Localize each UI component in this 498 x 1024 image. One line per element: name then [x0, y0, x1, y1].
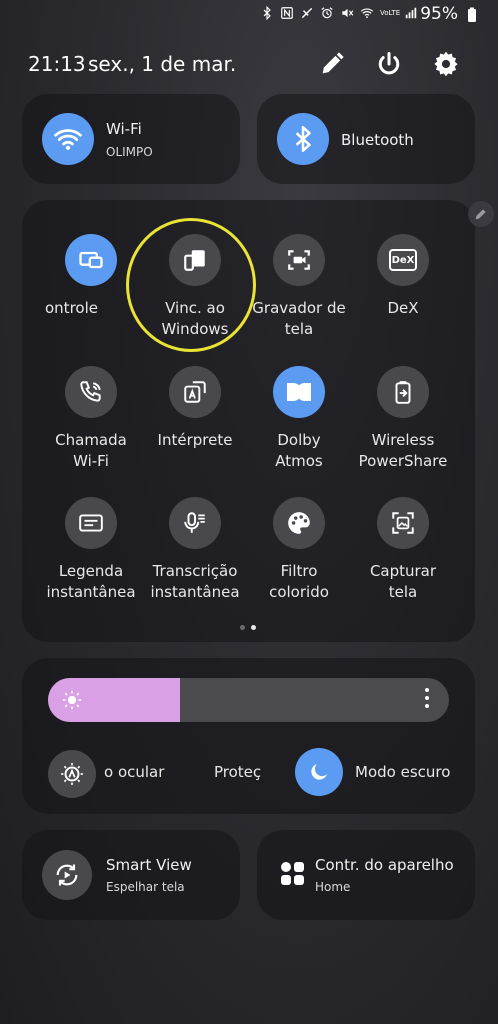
power-button[interactable] — [375, 50, 403, 78]
status-icons: VoLTE — [260, 6, 418, 20]
dex-badge: DeX — [389, 249, 417, 271]
device-control-tile[interactable]: Contr. do aparelho Home — [257, 830, 475, 920]
nfc-icon — [281, 7, 293, 19]
tile-label: DeX — [387, 299, 419, 317]
smart-view-tile[interactable]: Smart View Espelhar tela — [22, 830, 240, 920]
tile-label: Capturar tela — [369, 562, 437, 601]
tile-label: Chamada Wi-Fi — [55, 431, 127, 470]
interpreter-icon — [169, 366, 221, 418]
eye-comfort-label: o ocular — [104, 763, 165, 781]
tile-label: Transcrição instantânea — [150, 562, 240, 601]
brightness-panel: o ocular Proteç Modo escuro — [22, 658, 475, 814]
no-disturb-icon — [301, 7, 313, 19]
sun-icon — [62, 690, 82, 710]
power-icon — [378, 51, 400, 75]
wifi-title: Wi-Fi — [106, 120, 142, 138]
alarm-icon — [321, 7, 333, 19]
battery-percent: 95% — [420, 4, 458, 24]
volte-icon: VoLTE — [380, 8, 401, 17]
page-indicator — [240, 625, 256, 630]
page-dot — [240, 625, 245, 630]
highlight-circle — [126, 218, 256, 352]
tile-label: Legenda instantânea — [46, 562, 136, 601]
settings-button[interactable] — [432, 50, 460, 78]
eye-comfort-icon — [61, 763, 83, 785]
pencil-icon — [322, 52, 344, 74]
eye-comfort-toggle[interactable] — [48, 750, 96, 798]
wifi-call-icon — [65, 366, 117, 418]
battery-icon — [468, 7, 476, 22]
protection-label[interactable]: Proteç — [214, 763, 261, 781]
wifi-toggle[interactable] — [42, 113, 94, 165]
screen-recorder-icon — [273, 234, 325, 286]
wifi-icon — [360, 8, 374, 18]
signal-icon — [405, 7, 417, 19]
pencil-icon — [475, 209, 486, 220]
smart-view-title: Smart View — [106, 856, 192, 874]
bluetooth-toggle[interactable] — [277, 113, 329, 165]
wifi-tile[interactable]: Wi-Fi OLIMPO — [22, 94, 240, 184]
brightness-slider[interactable] — [48, 678, 449, 722]
wifi-icon — [54, 129, 82, 150]
edit-button[interactable] — [318, 50, 346, 78]
bluetooth-icon — [263, 6, 271, 20]
palette-icon — [273, 497, 325, 549]
tile-label: Filtro colorido — [269, 562, 329, 601]
smart-view-icon — [42, 850, 92, 900]
device-control-subtitle: Home — [315, 880, 351, 894]
wifi-network: OLIMPO — [106, 145, 153, 159]
gear-icon — [434, 51, 458, 77]
device-grid-icon — [281, 862, 305, 886]
smart-view-subtitle: Espelhar tela — [106, 880, 185, 894]
screenshot-icon — [377, 497, 429, 549]
tile-label: Intérprete — [157, 431, 233, 449]
dex-icon: DeX — [377, 234, 429, 286]
tile-label: Dolby Atmos — [275, 431, 323, 470]
controls-icon — [65, 234, 117, 286]
dolby-icon — [273, 366, 325, 418]
mute-icon — [342, 8, 354, 18]
dark-mode-label: Modo escuro — [355, 763, 451, 781]
more-options-icon[interactable] — [425, 688, 429, 708]
bluetooth-icon — [295, 126, 311, 152]
transcribe-icon — [169, 497, 221, 549]
bluetooth-tile[interactable]: Bluetooth — [257, 94, 475, 184]
date[interactable]: sex., 1 de mar. — [88, 52, 236, 76]
clock: 21:13 — [28, 52, 86, 76]
edit-tiles-button[interactable] — [468, 201, 494, 227]
page-dot-active — [251, 625, 256, 630]
tile-label: Gravador de tela — [252, 299, 346, 338]
tile-label: Wireless PowerShare — [358, 431, 448, 470]
caption-icon — [65, 497, 117, 549]
dark-mode-toggle[interactable] — [295, 748, 343, 796]
bluetooth-title: Bluetooth — [341, 131, 414, 149]
moon-icon — [311, 764, 327, 780]
device-control-title: Contr. do aparelho — [315, 856, 454, 874]
status-bar: VoLTE 95% — [0, 0, 498, 30]
powershare-icon — [377, 366, 429, 418]
